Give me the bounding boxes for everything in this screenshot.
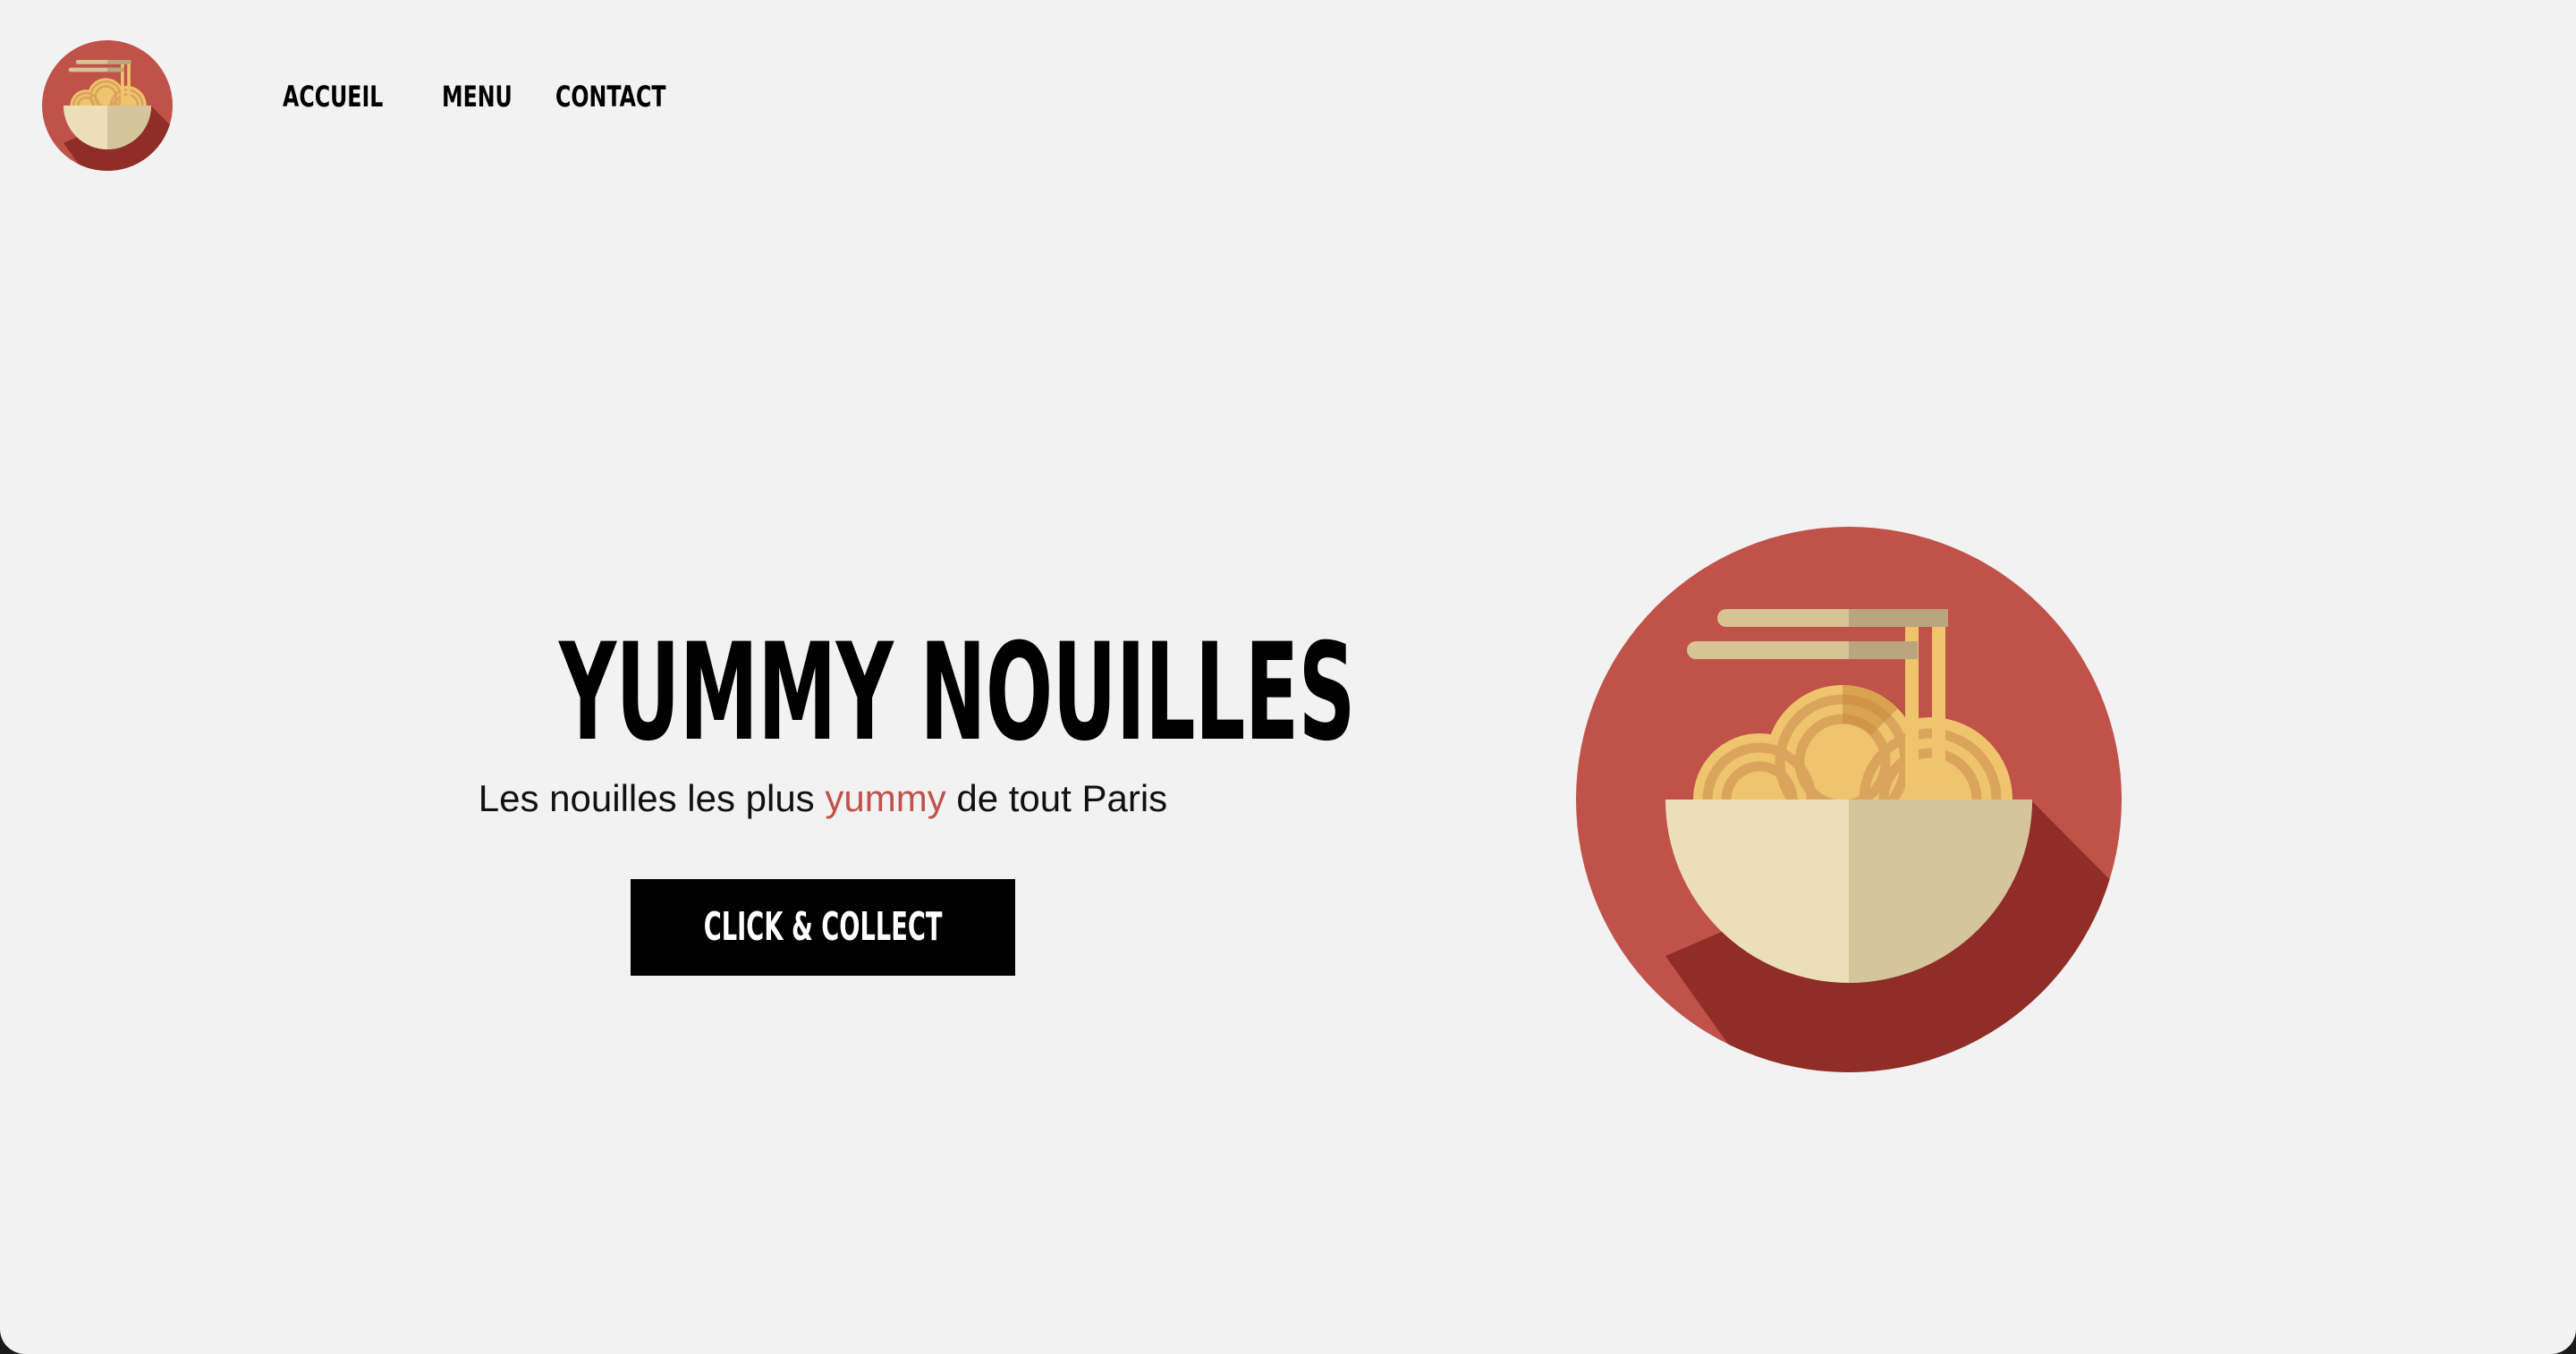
- hero-image: [1576, 527, 2122, 1072]
- main-nav: ACCUEIL MENU CONTACT: [283, 82, 665, 111]
- noodle-bowl-icon: [42, 40, 173, 171]
- nav-link-contact[interactable]: CONTACT: [555, 82, 665, 111]
- logo-link[interactable]: [42, 40, 173, 171]
- subtitle-end: de tout Paris: [956, 777, 1168, 819]
- landing-page: ACCUEIL MENU CONTACT YUMMY NOUILLES Les …: [0, 0, 2576, 1354]
- noodle-bowl-icon: [1576, 527, 2122, 1072]
- nav-link-accueil[interactable]: ACCUEIL: [283, 82, 383, 111]
- click-collect-button[interactable]: CLICK & COLLECT: [631, 879, 1015, 976]
- nav-link-menu[interactable]: MENU: [442, 82, 513, 111]
- hero-title: YUMMY NOUILLES: [559, 615, 1355, 771]
- hero-text-block: YUMMY NOUILLES Les nouilles les plus yum…: [376, 615, 1356, 817]
- subtitle-highlight: yummy: [825, 777, 946, 819]
- click-collect-label: CLICK & COLLECT: [703, 904, 943, 950]
- hero-subtitle: Les nouilles les plus yummy de tout Pari…: [376, 780, 1270, 817]
- subtitle-start: Les nouilles les plus: [478, 777, 815, 819]
